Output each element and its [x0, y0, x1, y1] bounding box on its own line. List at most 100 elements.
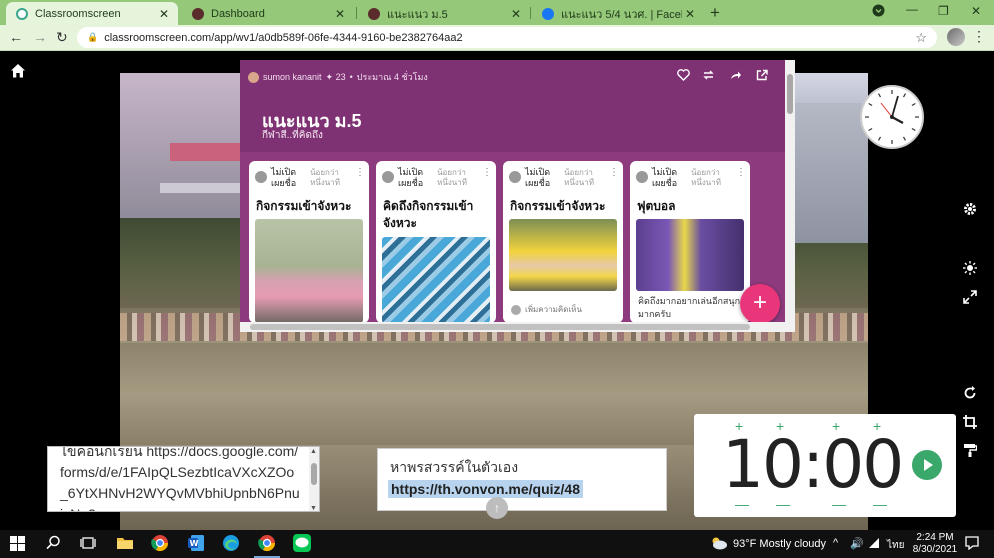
- paint-roller-icon[interactable]: [963, 443, 978, 462]
- tray-chevron-up-icon[interactable]: ^: [833, 537, 838, 549]
- clock-widget[interactable]: [860, 85, 924, 149]
- volume-icon[interactable]: 🔊: [850, 537, 864, 550]
- padlet-post-card[interactable]: ไม่เปิดเผยชื่อ น้อยกว่าหนึ่งนาที ⋮ ฟุตบอ…: [630, 161, 750, 323]
- post-menu-icon[interactable]: ⋮: [609, 167, 619, 189]
- fullscreen-icon[interactable]: [963, 290, 977, 309]
- line-app-icon[interactable]: [293, 534, 311, 557]
- post-author: ไม่เปิดเผยชื่อ: [652, 167, 678, 188]
- text-widget-quiz[interactable]: หาพรสวรรค์ในตัวเอง https://th.vonvon.me/…: [377, 448, 667, 511]
- play-icon: [924, 459, 933, 471]
- quiz-link[interactable]: https://th.vonvon.me/quiz/48: [388, 480, 584, 498]
- widget-move-handle-icon[interactable]: ↑: [486, 497, 508, 519]
- padlet-vertical-scrollbar[interactable]: [785, 60, 795, 332]
- brightness-icon[interactable]: [963, 261, 977, 280]
- tray-time[interactable]: 2:24 PM: [915, 532, 955, 543]
- anonymous-avatar: [636, 171, 648, 183]
- classroomscreen-stage: sumon kananit ✦ 23 • ประมาณ 4 ชั่วโมง แน…: [0, 51, 994, 530]
- text-widget-content[interactable]: ไขคอนกเรยน https://docs.google.com/forms…: [60, 447, 300, 511]
- input-language-indicator[interactable]: ไทย: [887, 538, 904, 553]
- padlet-favicon-icon: [192, 7, 204, 20]
- padlet-subtitle: กีฬาสี..ที่คิดถึง: [262, 130, 323, 141]
- new-tab-button[interactable]: +: [710, 3, 720, 23]
- network-icon[interactable]: [868, 537, 880, 552]
- padlet-post-card[interactable]: ไม่เปิดเผยชื่อ น้อยกว่าหนึ่งนาที ⋮ คิดถึ…: [376, 161, 496, 323]
- tab-facebook[interactable]: แนะแนว 5/4 นวศ. | Facebook ✕: [532, 2, 704, 25]
- chrome-taskbar-icon-active[interactable]: [258, 534, 276, 557]
- restore-window-button[interactable]: ❐: [938, 4, 949, 18]
- add-comment[interactable]: เพิ่มความคิดเห็น: [511, 303, 582, 316]
- padlet-horizontal-scrollbar[interactable]: [240, 322, 785, 332]
- post-photo[interactable]: [509, 219, 617, 291]
- post-author: ไม่เปิดเผยชื่อ: [525, 167, 551, 188]
- tray-date[interactable]: 8/30/2021: [911, 544, 959, 555]
- notifications-icon[interactable]: [965, 536, 979, 553]
- padlet-post-card[interactable]: ไม่เปิดเผยชื่อ น้อยกว่าหนึ่งนาที ⋮ กิจกร…: [503, 161, 623, 323]
- post-photo[interactable]: [255, 219, 363, 323]
- weather-text[interactable]: 93°F Mostly cloudy: [733, 538, 826, 550]
- crop-icon[interactable]: [963, 415, 977, 434]
- file-explorer-icon[interactable]: [116, 534, 134, 557]
- chrome-taskbar-icon[interactable]: [151, 534, 169, 557]
- forward-button[interactable]: →: [33, 29, 47, 45]
- timer-decrease-button[interactable]: —: [832, 496, 846, 512]
- tab-divider: [530, 7, 531, 19]
- post-title: กิจกรรมเข้าจังหวะ: [256, 199, 352, 213]
- post-photo[interactable]: [382, 237, 490, 323]
- timer-play-button[interactable]: [912, 450, 942, 480]
- rotate-icon[interactable]: [963, 386, 977, 405]
- tab-search-icon[interactable]: [872, 4, 885, 20]
- heart-icon[interactable]: [677, 68, 690, 86]
- timer-decrease-button[interactable]: —: [873, 496, 887, 512]
- weather-cloud-icon[interactable]: [710, 536, 728, 555]
- chrome-menu-icon[interactable]: ⋮: [972, 28, 986, 45]
- open-external-icon[interactable]: [756, 68, 769, 86]
- scroll-up-icon[interactable]: ▲: [310, 448, 317, 455]
- close-tab-icon[interactable]: ✕: [682, 7, 698, 21]
- post-menu-icon[interactable]: ⋮: [355, 167, 365, 189]
- padlet-embed[interactable]: sumon kananit ✦ 23 • ประมาณ 4 ชั่วโมง แน…: [240, 60, 795, 332]
- post-menu-icon[interactable]: ⋮: [736, 167, 746, 189]
- address-bar[interactable]: 🔒 classroomscreen.com/app/wv1/a0db589f-0…: [77, 27, 937, 48]
- close-tab-icon[interactable]: ✕: [508, 7, 524, 21]
- tab-title: แนะแนว ม.5: [387, 8, 448, 21]
- post-author: ไม่เปิดเผยชื่อ: [271, 167, 297, 188]
- post-time: น้อยกว่าหนึ่งนาที: [437, 168, 467, 187]
- timer-decrease-button[interactable]: —: [776, 496, 790, 512]
- windows-start-icon[interactable]: [10, 536, 25, 556]
- close-tab-icon[interactable]: ✕: [156, 7, 172, 21]
- tab-dashboard[interactable]: Dashboard ✕: [182, 2, 354, 25]
- timer-display: 10:00: [722, 426, 904, 503]
- facebook-favicon-icon: [542, 7, 554, 20]
- background-building: [790, 103, 868, 243]
- task-view-icon[interactable]: [80, 536, 96, 555]
- tab-padlet-board[interactable]: แนะแนว ม.5 ✕: [358, 2, 530, 25]
- bookmark-star-icon[interactable]: ☆: [915, 30, 927, 46]
- close-window-button[interactable]: ✕: [971, 4, 981, 18]
- tab-classroomscreen[interactable]: Classroomscreen ✕: [6, 2, 178, 25]
- text-widget-scrollbar[interactable]: ▲ ▼: [309, 447, 319, 511]
- scroll-down-icon[interactable]: ▼: [310, 505, 317, 511]
- timer-decrease-button[interactable]: —: [735, 496, 749, 512]
- padlet-author[interactable]: sumon kananit: [263, 72, 322, 82]
- edge-icon[interactable]: [222, 534, 240, 557]
- browser-toolbar: ← → ↻ 🔒 classroomscreen.com/app/wv1/a0db…: [0, 25, 994, 51]
- close-tab-icon[interactable]: ✕: [332, 7, 348, 21]
- minimize-window-button[interactable]: —: [906, 2, 918, 16]
- share-icon[interactable]: [729, 68, 742, 86]
- reload-button[interactable]: ↻: [56, 29, 68, 46]
- home-icon[interactable]: [10, 63, 26, 84]
- timer-widget[interactable]: + + + + 10:00 — — — —: [694, 414, 956, 517]
- profile-avatar[interactable]: [947, 28, 965, 46]
- padlet-post-card[interactable]: ไม่เปิดเผยชื่อ น้อยกว่าหนึ่งนาที ⋮ กิจกร…: [249, 161, 369, 323]
- add-post-button[interactable]: +: [740, 284, 780, 324]
- padlet-meta: sumon kananit ✦ 23 • ประมาณ 4 ชั่วโมง: [248, 70, 428, 84]
- scrollbar-thumb[interactable]: [311, 463, 317, 485]
- word-icon[interactable]: W: [187, 534, 205, 557]
- post-menu-icon[interactable]: ⋮: [482, 167, 492, 189]
- search-icon[interactable]: [46, 535, 61, 555]
- back-button[interactable]: ←: [9, 29, 23, 45]
- text-widget-link[interactable]: ไขคอนกเรยน https://docs.google.com/forms…: [47, 446, 320, 512]
- settings-gear-icon[interactable]: [963, 202, 977, 221]
- remix-icon[interactable]: [702, 68, 715, 86]
- post-photo[interactable]: [636, 219, 744, 291]
